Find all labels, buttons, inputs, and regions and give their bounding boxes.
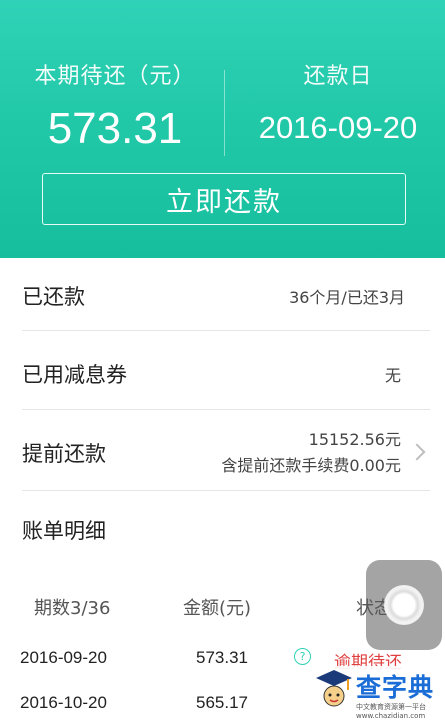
coupon-value: 无: [384, 366, 401, 385]
row-2-amount: 565.17: [196, 693, 248, 712]
row-1-date: 2016-09-20: [20, 648, 107, 667]
coupon-row: 已用减息券 无: [0, 331, 445, 409]
bill-detail-label: 账单明细: [22, 519, 106, 543]
col-header-period: 期数3/36: [34, 598, 111, 619]
due-date-label: 还款日: [303, 64, 373, 89]
current-due-block: 本期待还（元） 573.31: [20, 58, 210, 154]
early-repayment-amount: 15152.56元: [308, 430, 401, 449]
early-repayment-fee: 含提前还款手续费0.00元: [221, 456, 401, 475]
coupon-label: 已用减息券: [22, 363, 127, 387]
early-repayment-row[interactable]: 提前还款 15152.56元 含提前还款手续费0.00元: [0, 410, 445, 490]
current-due-label: 本期待还（元）: [34, 64, 196, 89]
bill-detail-row: 账单明细: [0, 491, 445, 561]
help-icon[interactable]: ?: [294, 648, 311, 665]
watermark-logo: 查字典 中文教育资源第一平台 www.chazidian.com: [312, 666, 442, 722]
row-2-date: 2016-10-20: [20, 693, 107, 712]
assistive-touch-ring: [384, 585, 424, 625]
logo-icon: [316, 670, 352, 707]
current-due-amount: 573.31: [47, 104, 183, 153]
watermark-text: 查字典: [356, 673, 435, 702]
repay-now-button[interactable]: 立即还款: [42, 173, 406, 225]
repayment-header: 本期待还（元） 573.31 还款日 2016-09-20 立即还款: [0, 0, 445, 258]
header-divider: [224, 70, 225, 156]
repaid-row: 已还款 36个月/已还3月: [0, 258, 445, 330]
row-1-amount: 573.31: [196, 648, 248, 667]
assistive-touch-icon[interactable]: [366, 560, 442, 650]
due-date-block: 还款日 2016-09-20: [238, 58, 438, 146]
watermark-subtext: 中文教育资源第一平台 www.chazidian.com: [356, 703, 426, 720]
col-header-amount: 金额(元): [183, 598, 252, 619]
repaid-value: 36个月/已还3月: [289, 288, 405, 307]
early-repayment-label: 提前还款: [22, 442, 106, 466]
repaid-label: 已还款: [22, 285, 85, 309]
due-date-value: 2016-09-20: [258, 110, 418, 145]
